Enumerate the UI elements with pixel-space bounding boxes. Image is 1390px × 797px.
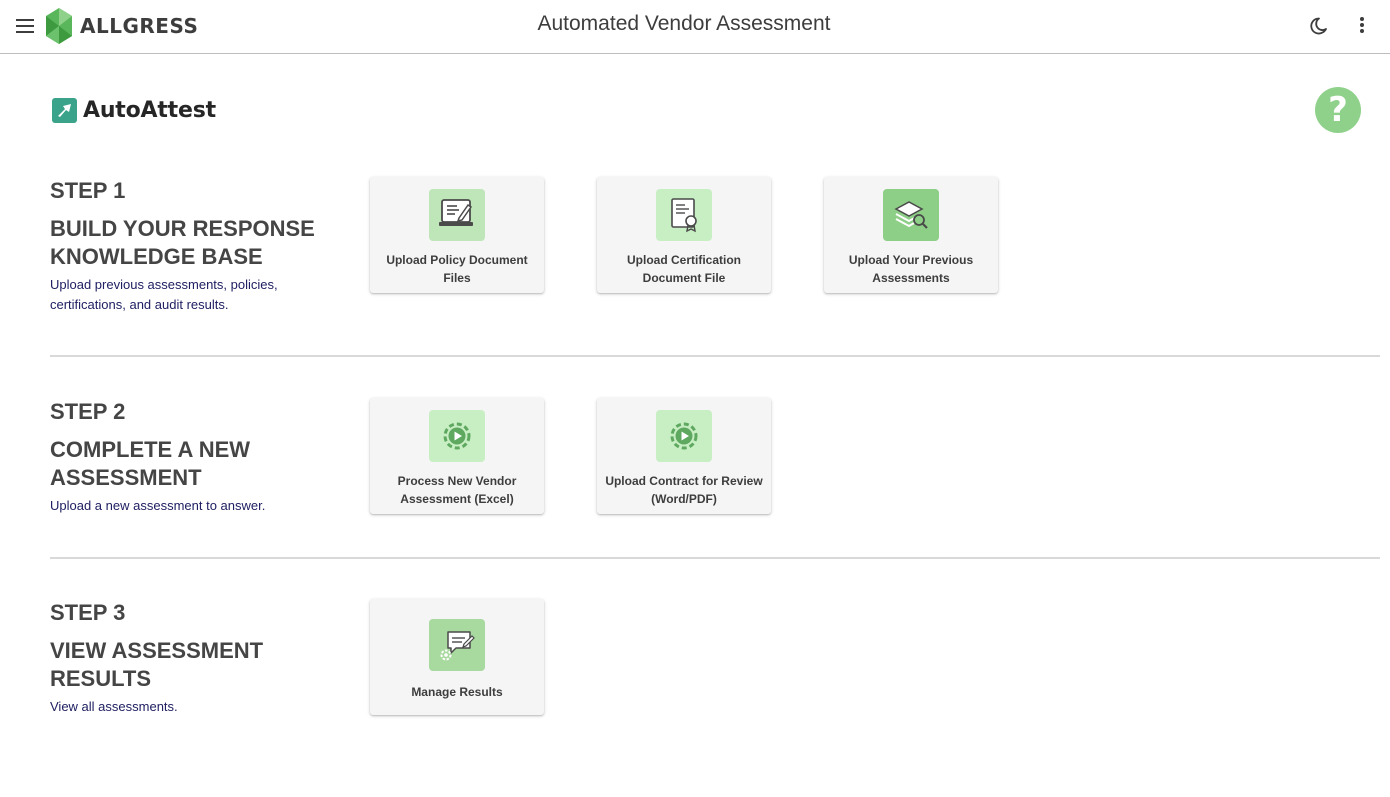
process-gear-icon [429, 410, 485, 462]
step-1-text: STEP 1 BUILD YOUR RESPONSE KNOWLEDGE BAS… [50, 177, 350, 315]
autoattest-logo-icon [52, 97, 77, 123]
certificate-icon [656, 189, 712, 241]
top-app-bar: ALLGRESS Automated Vendor Assessment [0, 0, 1390, 54]
card-label: Upload Your Previous Assessments [848, 253, 974, 285]
manage-results-icon [429, 619, 485, 671]
upload-policy-card[interactable]: Upload Policy Document Files [370, 177, 544, 293]
allgress-logo[interactable]: ALLGRESS [44, 6, 198, 46]
more-vert-icon[interactable] [1350, 13, 1374, 39]
step-description: Upload previous assessments, policies, c… [50, 277, 278, 312]
step-description: View all assessments. [50, 699, 178, 714]
layers-search-icon [883, 189, 939, 241]
process-vendor-assessment-card[interactable]: Process New Vendor Assessment (Excel) [370, 398, 544, 514]
card-label: Upload Contract for Review (Word/PDF) [605, 474, 763, 506]
step-label: STEP 2 [50, 399, 126, 424]
upload-contract-card[interactable]: Upload Contract for Review (Word/PDF) [597, 398, 771, 514]
page-title: Automated Vendor Assessment [537, 12, 831, 35]
card-label: Process New Vendor Assessment (Excel) [397, 474, 517, 506]
step-label: STEP 1 [50, 178, 126, 203]
policy-document-icon [429, 189, 485, 241]
allgress-logo-mark-icon [46, 8, 72, 44]
moon-icon[interactable] [1306, 13, 1332, 39]
upload-previous-assessments-card[interactable]: Upload Your Previous Assessments [824, 177, 998, 293]
brand-name: ALLGRESS [80, 14, 199, 38]
section-divider [50, 557, 1380, 559]
step-3-text: STEP 3 VIEW ASSESSMENT RESULTS View all … [50, 599, 350, 717]
step-label: STEP 3 [50, 600, 126, 625]
step-title: VIEW ASSESSMENT RESULTS [50, 638, 264, 691]
manage-results-card[interactable]: Manage Results [370, 599, 544, 715]
card-label: Manage Results [411, 685, 503, 699]
card-label: Upload Certification Document File [626, 253, 741, 285]
card-label: Upload Policy Document Files [386, 253, 528, 285]
hamburger-menu-icon[interactable] [12, 13, 38, 39]
section-divider [50, 355, 1380, 357]
product-header: AutoAttest [52, 96, 216, 124]
step-title: BUILD YOUR RESPONSE KNOWLEDGE BASE [50, 216, 315, 269]
help-icon[interactable]: ? [1315, 87, 1361, 133]
product-name: AutoAttest [83, 97, 216, 123]
step-description: Upload a new assessment to answer. [50, 498, 266, 513]
upload-certification-card[interactable]: Upload Certification Document File [597, 177, 771, 293]
process-gear-icon [656, 410, 712, 462]
step-2-text: STEP 2 COMPLETE A NEW ASSESSMENT Upload … [50, 398, 350, 516]
step-title: COMPLETE A NEW ASSESSMENT [50, 437, 251, 490]
